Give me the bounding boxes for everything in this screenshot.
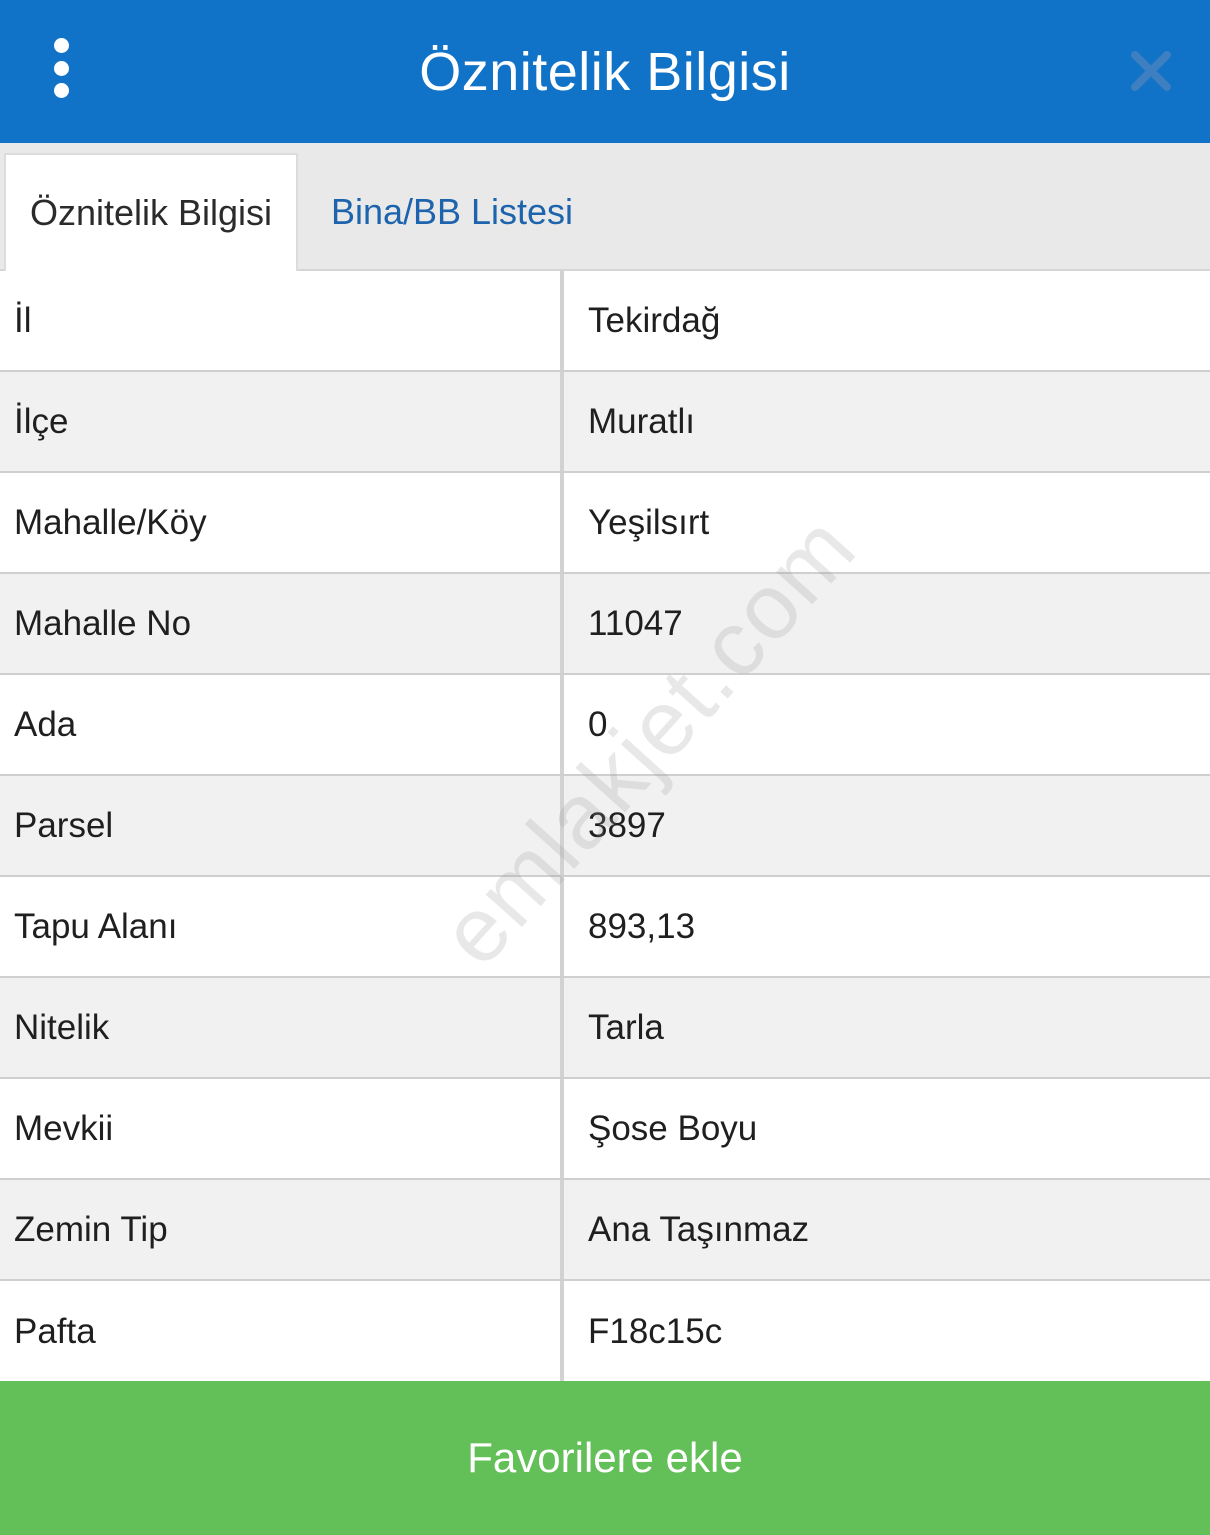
table-row: Zemin Tip Ana Taşınmaz (0, 1180, 1210, 1281)
attribute-key: İl (0, 271, 564, 370)
add-to-favorites-button[interactable]: Favorilere ekle (0, 1381, 1210, 1535)
kebab-menu-icon[interactable] (40, 38, 82, 98)
table-row: İlçe Muratlı (0, 372, 1210, 473)
table-row: Mahalle/Köy Yeşilsırt (0, 473, 1210, 574)
attribute-value: 0 (588, 704, 608, 744)
table-row: Ada 0 (0, 675, 1210, 776)
attribute-value: Ana Taşınmaz (588, 1209, 810, 1249)
table-row: Tapu Alanı 893,13 (0, 877, 1210, 978)
page-title: Öznitelik Bilgisi (419, 41, 791, 102)
attribute-key: Parsel (0, 776, 564, 875)
close-icon[interactable] (1128, 48, 1174, 94)
table-row: İl Tekirdağ (0, 271, 1210, 372)
table-row: Pafta F18c15c (0, 1281, 1210, 1382)
attribute-key: Mahalle/Köy (0, 473, 564, 572)
attribute-value: Şose Boyu (588, 1108, 758, 1148)
menu-dot (53, 38, 69, 53)
menu-dot (53, 83, 69, 98)
table-row: Nitelik Tarla (0, 978, 1210, 1079)
attribute-value: Muratlı (588, 401, 695, 441)
table-row: Parsel 3897 (0, 776, 1210, 877)
attribute-key: Zemin Tip (0, 1180, 564, 1279)
attribute-key: İlçe (0, 372, 564, 471)
attribute-key: Tapu Alanı (0, 877, 564, 976)
attribute-value: F18c15c (588, 1311, 723, 1351)
app-header: Öznitelik Bilgisi (0, 0, 1210, 143)
attribute-value: Tarla (588, 1007, 664, 1047)
table-row: Mahalle No 11047 (0, 574, 1210, 675)
attribute-value: Yeşilsırt (588, 502, 710, 542)
tab-bar: Öznitelik Bilgisi Bina/BB Listesi (0, 143, 1210, 271)
attribute-key: Ada (0, 675, 564, 774)
tab-bina-bb-listesi[interactable]: Bina/BB Listesi (312, 153, 592, 271)
tab-oznitelik-bilgisi[interactable]: Öznitelik Bilgisi (4, 153, 298, 271)
attribute-value: Tekirdağ (588, 300, 721, 340)
menu-dot (53, 60, 69, 76)
attribute-key: Nitelik (0, 978, 564, 1077)
attribute-key: Pafta (0, 1281, 564, 1382)
attribute-key: Mevkii (0, 1079, 564, 1178)
attribute-value: 893,13 (588, 906, 696, 946)
attribute-value: 11047 (588, 603, 683, 643)
table-row: Mevkii Şose Boyu (0, 1079, 1210, 1180)
attribute-key: Mahalle No (0, 574, 564, 673)
attribute-table: İl Tekirdağ İlçe Muratlı Mahalle/Köy Yeş… (0, 271, 1210, 1382)
attribute-value: 3897 (588, 805, 666, 845)
